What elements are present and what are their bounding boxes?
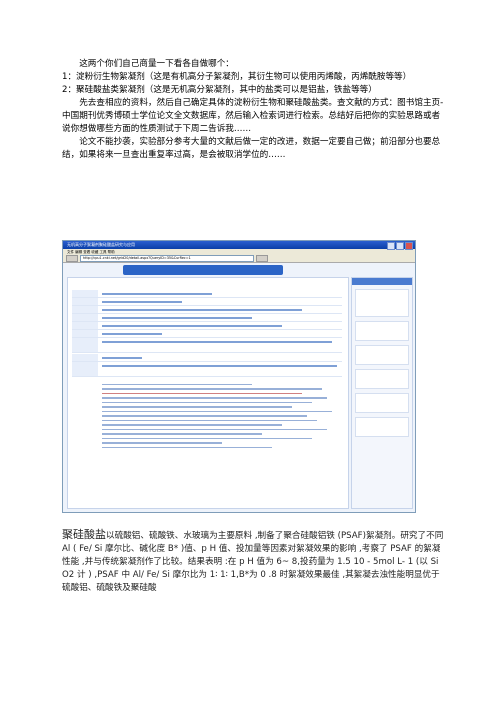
browser-address-bar: http://cpu1.cnki.net/grid20/detail.aspx?… [63,255,415,263]
detail-row [72,290,342,298]
browser-titlebar: 无机高分子絮凝剂聚硅酸盐研究与应用 [63,241,415,250]
intro-text: 这两个你们自己商量一下看各自做哪个： 1：淀粉衍生物絮凝剂（这是有机高分子絮凝剂… [62,58,448,162]
abstract-lead: 聚硅酸盐 [62,528,106,541]
embedded-browser-screenshot: 无机高分子絮凝剂聚硅酸盐研究与应用 文件 编辑 查看 收藏 工具 帮助 http… [62,240,416,513]
site-banner [123,265,283,275]
detail-row [72,338,342,353]
abstract-paragraph: 聚硅酸盐以硫酸铝、硫酸铁、水玻璃为主要原料 ,制备了聚合硅酸铝铁 (PSAF)絮… [62,528,448,595]
intro-line-4: 先去查相应的资料，然后自己确定具体的淀粉衍生物和聚硅酸盐类。查文献的方式：图书馆… [62,98,444,134]
intro-line-5: 论文不能抄袭，实验部分参考大量的文献后做一定的改进，数据一定要自己做；前沿部分也… [62,137,441,160]
browser-window-title: 无机高分子絮凝剂聚硅酸盐研究与应用 [67,242,135,247]
article-detail-panel [67,277,349,509]
close-icon [405,242,413,250]
detail-row [72,314,342,322]
detail-row [72,306,342,314]
reference-list [102,384,338,451]
abstract-body: 以硫酸铝、硫酸铁、水玻璃为主要原料 ,制备了聚合硅酸铝铁 (PSAF)絮凝剂。研… [62,531,444,593]
detail-row [72,298,342,306]
intro-line-2: 1：淀粉衍生物絮凝剂（这是有机高分子絮凝剂，其衍生物可以使用丙烯酸，丙烯酰胺等等… [62,72,412,82]
intro-line-3: 2：聚硅酸盐类絮凝剂（这是无机高分絮凝剂，其中的盐类可以是铝盐，铁盐等等） [62,85,377,95]
detail-row [72,330,342,338]
go-icon [256,255,268,262]
detail-row [72,362,342,377]
detail-row [72,354,342,362]
intro-line-1: 这两个你们自己商量一下看各自做哪个： [79,59,234,69]
back-icon [66,255,78,262]
address-field: http://cpu1.cnki.net/grid20/detail.aspx?… [80,255,254,262]
minimize-icon [387,242,395,250]
maximize-icon [396,242,404,250]
window-controls [387,241,415,250]
related-sidebar [351,277,413,509]
detail-row [72,322,342,330]
